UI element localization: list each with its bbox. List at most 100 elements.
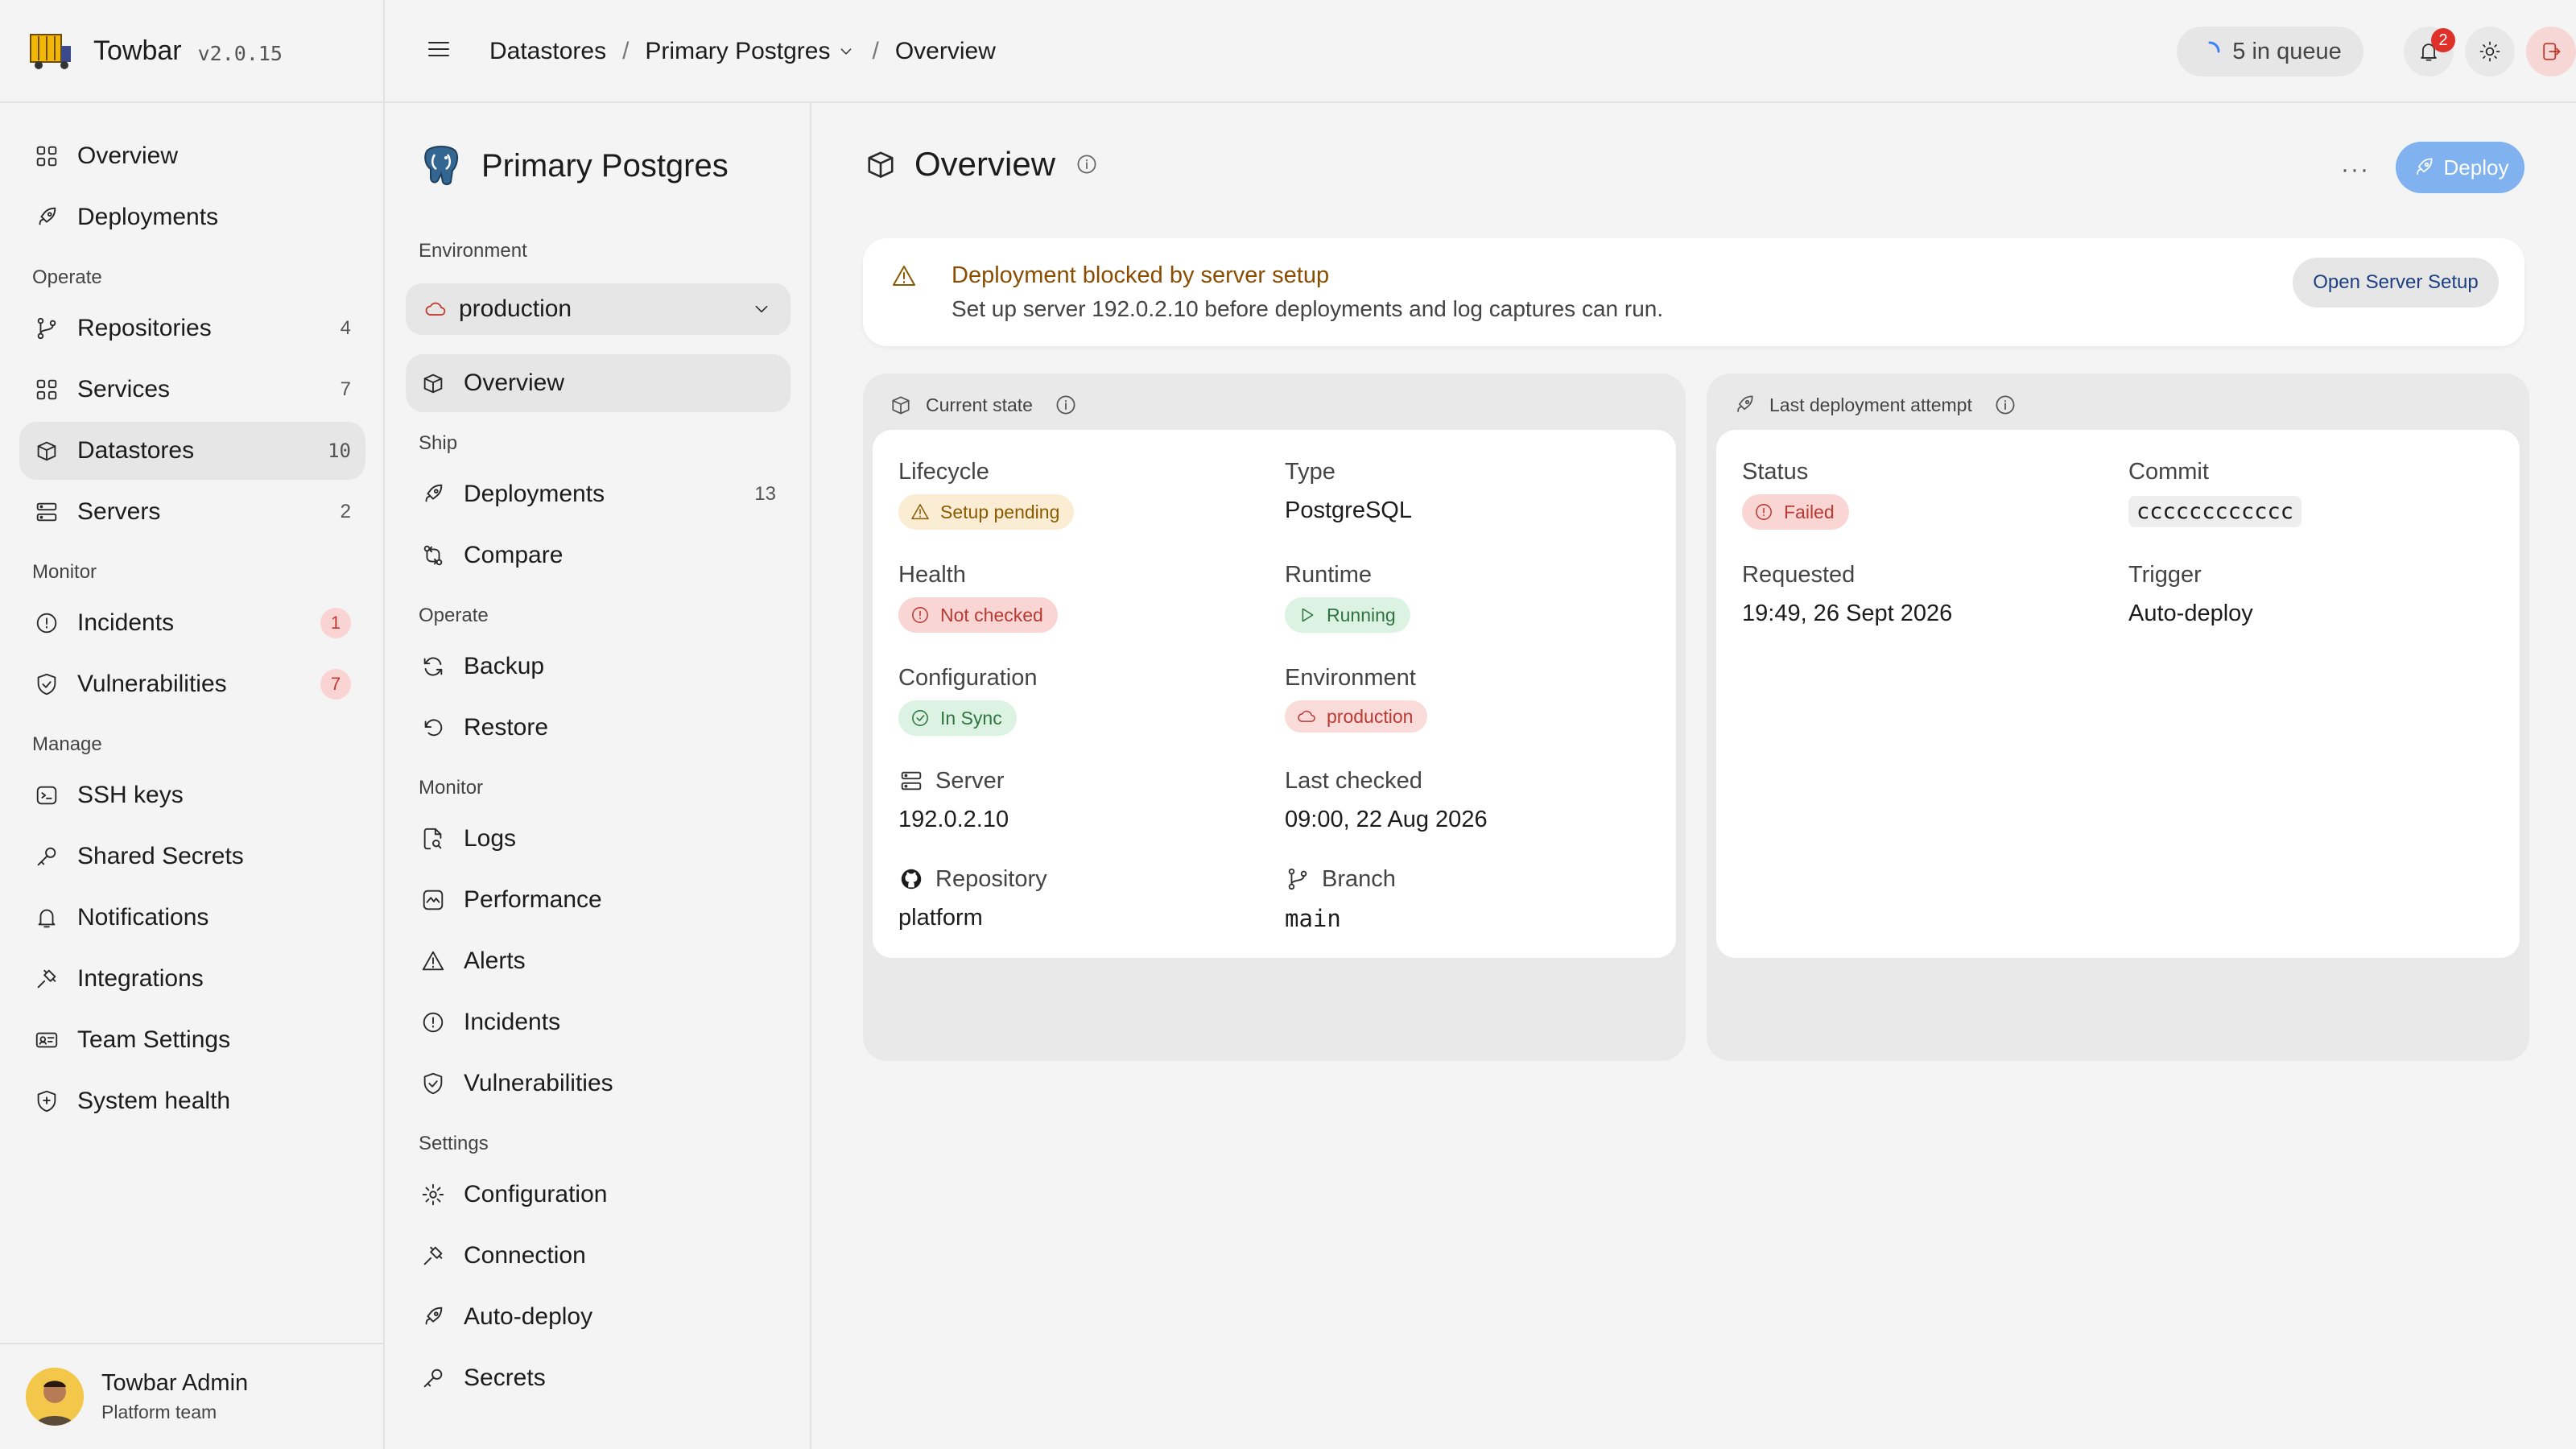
sidebar-item-label: Repositories [77,315,212,341]
requested-field: Requested 19:49, 26 Sept 2026 [1742,560,1952,627]
sidebar-item-incidents[interactable]: Incidents 1 [19,594,365,652]
rocket-icon [420,481,446,507]
breadcrumb-overview: Overview [894,38,996,64]
subnav-item-deployments[interactable]: Deployments 13 [406,465,791,523]
subnav-item-performance[interactable]: Performance [406,871,791,929]
play-icon [1302,608,1314,622]
sidebar-item-integrations[interactable]: Integrations [19,950,365,1008]
deploy-button[interactable]: Deploy [2396,142,2524,193]
badge-text: Setup pending [940,501,1060,522]
sidebar-item-repositories[interactable]: Repositories 4 [19,299,365,357]
more-options-button[interactable]: ··· [2341,156,2370,184]
sidebar-item-label: System health [77,1088,231,1114]
subnav-item-incidents[interactable]: Incidents [406,993,791,1051]
field-label: Health [898,561,966,588]
sidebar-item-notifications[interactable]: Notifications [19,889,365,947]
theme-toggle-button[interactable] [2465,27,2515,76]
sidebar-item-overview[interactable]: Overview [19,127,365,185]
vulnerabilities-count-badge: 7 [320,669,351,700]
server-icon [34,499,60,525]
logout-icon [2539,39,2563,64]
sidebar-item-label: Overview [77,142,179,169]
subnav-item-logs[interactable]: Logs [406,810,791,868]
environment-label: Environment [419,240,527,262]
subnav-item-auto-deploy[interactable]: Auto-deploy [406,1288,791,1346]
sidebar-item-team-settings[interactable]: Team Settings [19,1011,365,1069]
subnav-item-restore[interactable]: Restore [406,699,791,757]
field-label: Repository [898,865,1047,894]
sidebar-item-servers[interactable]: Servers 2 [19,483,365,541]
sidebar-item-deployments[interactable]: Deployments [19,188,365,246]
count-badge: 7 [340,378,351,400]
last-deployment-card: Last deployment attempt Status Failed Co… [1707,374,2529,1061]
top-bar: Datastores / Primary Postgres / Overview… [385,0,2576,103]
badge-text: production [1327,705,1414,727]
open-server-setup-button[interactable]: Open Server Setup [2293,258,2499,308]
notifications-button[interactable]: 2 [2404,27,2455,76]
hamburger-menu-icon[interactable] [425,35,452,63]
check-circle-icon [912,710,928,726]
subnav-item-overview[interactable]: Overview [406,354,791,412]
terminal-icon [34,782,60,808]
sidebar-item-shared-secrets[interactable]: Shared Secrets [19,828,365,886]
commit-hash[interactable]: cccccccccccc [2128,496,2302,527]
subnav-item-label: Logs [464,825,517,852]
subnav-item-compare[interactable]: Compare [406,526,791,584]
sidebar-item-system-health[interactable]: System health [19,1072,365,1130]
sidebar-item-label: Team Settings [77,1026,231,1053]
chevron-down-icon[interactable] [836,42,856,61]
key-icon [420,1365,446,1391]
sidebar-item-ssh-keys[interactable]: SSH keys [19,766,365,824]
field-label: Requested [1742,561,1856,588]
server-label: Server [935,767,1005,794]
queue-status-button[interactable]: 5 in queue [2177,27,2363,76]
repository-field: Repository platform [898,865,1047,931]
file-search-icon [420,826,446,852]
badge-text: Not checked [940,604,1043,625]
breadcrumb-datastores[interactable]: Datastores [489,38,606,65]
sidebar-item-vulnerabilities[interactable]: Vulnerabilities 7 [19,655,365,713]
subnav-item-alerts[interactable]: Alerts [406,932,791,990]
repository-value[interactable]: platform [898,905,1047,931]
runtime-status-badge: Running [1285,597,1410,633]
subnav-item-backup[interactable]: Backup [406,638,791,696]
grid-icon [34,377,60,402]
subnav-item-vulnerabilities[interactable]: Vulnerabilities [406,1055,791,1113]
sidebar-item-services[interactable]: Services 7 [19,361,365,419]
sidebar-item-label: Deployments [77,204,219,230]
breadcrumb-primary-postgres[interactable]: Primary Postgres [645,38,830,65]
commit-field: Commit cccccccccccc [2128,457,2302,527]
server-value[interactable]: 192.0.2.10 [898,807,1009,833]
box-icon [34,438,60,464]
environment-select[interactable]: production [406,283,791,335]
datastore-subnav: Primary Postgres Environment production … [385,103,811,1449]
branch-value: main [1285,905,1341,932]
card-title: Current state [926,394,1033,415]
refresh-icon [420,654,446,679]
subnav-item-connection[interactable]: Connection [406,1227,791,1285]
user-profile[interactable]: Towbar Admin Platform team [0,1343,385,1449]
breadcrumb-separator: / [622,38,630,64]
page-title: Overview [914,145,1056,183]
info-icon[interactable] [1054,393,1078,417]
subnav-item-secrets[interactable]: Secrets [406,1349,791,1407]
brand[interactable]: Towbar v2.0.15 [0,0,385,103]
field-label: Status [1742,458,1809,485]
subnav-item-label: Secrets [464,1364,546,1391]
field-label: Branch [1285,865,1396,894]
rocket-icon [2412,155,2436,180]
plug-icon [34,966,60,992]
breadcrumb-separator: / [872,38,879,64]
page-header: Overview [863,145,1099,184]
id-card-icon [34,1027,60,1053]
count-badge: 10 [328,440,351,462]
info-icon[interactable] [1993,393,2017,417]
environment-badge: production [1285,700,1428,733]
logout-button[interactable] [2526,27,2576,76]
card-body: Lifecycle Setup pending Type PostgreSQL … [873,430,1676,958]
subnav-item-configuration[interactable]: Configuration [406,1166,791,1224]
info-icon[interactable] [1075,152,1099,176]
badge-text: In Sync [940,707,1002,729]
subnav-items: Overview Ship Deployments 13 Compare Ope… [406,354,791,1410]
sidebar-item-datastores[interactable]: Datastores 10 [19,422,365,480]
